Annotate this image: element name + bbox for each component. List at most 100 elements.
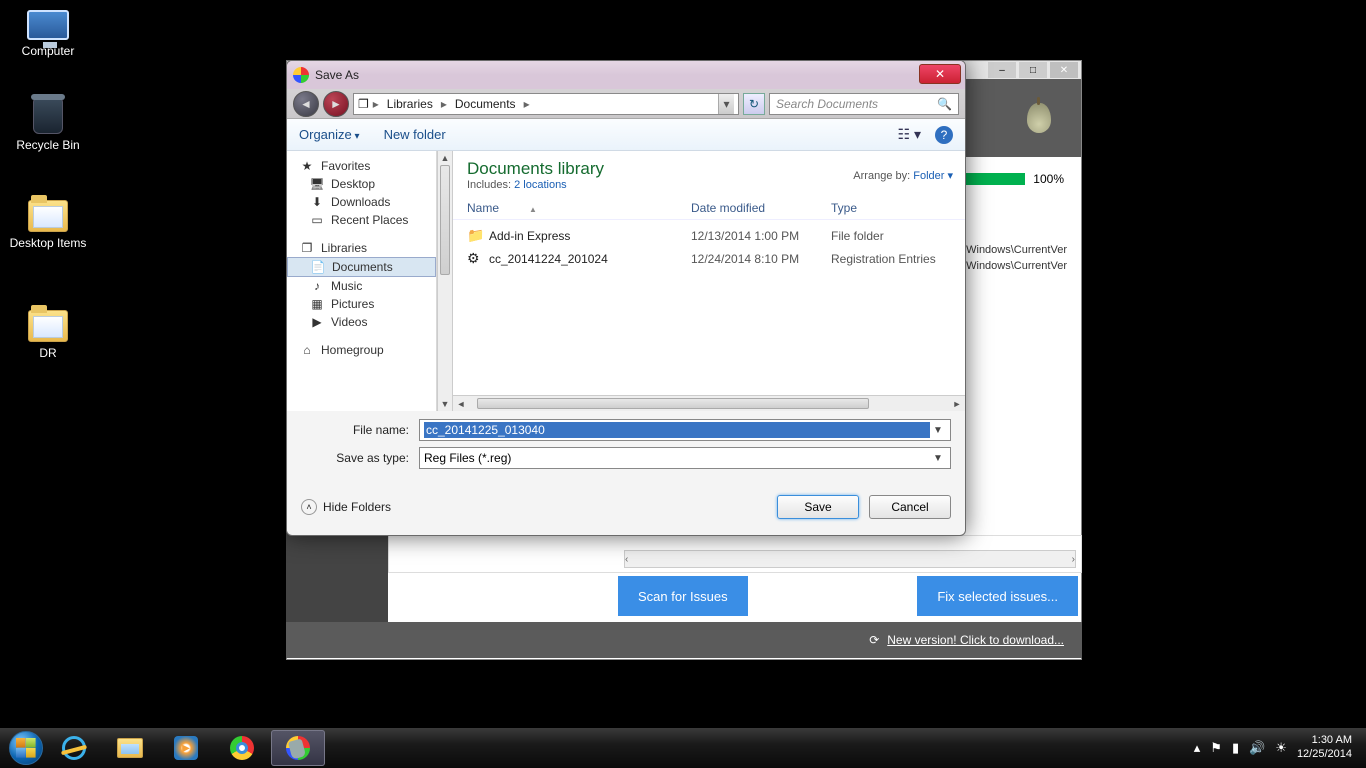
nav-recent-places[interactable]: ▭Recent Places xyxy=(287,211,436,229)
navpane-scrollbar[interactable]: ▲▼ xyxy=(437,151,453,411)
taskbar-ccleaner[interactable] xyxy=(271,730,325,766)
nav-music[interactable]: ♪Music xyxy=(287,277,436,295)
filelist-horizontal-scrollbar[interactable]: ◄► xyxy=(453,395,965,411)
arrange-by-label: Arrange by: xyxy=(853,170,910,182)
dialog-title: Save As xyxy=(315,68,359,82)
nav-videos[interactable]: ▶Videos xyxy=(287,313,436,331)
filename-dropdown[interactable]: ▼ xyxy=(930,425,946,436)
breadcrumb-sep: ▸ xyxy=(441,97,447,111)
nav-pictures[interactable]: ▦Pictures xyxy=(287,295,436,313)
breadcrumb-sep: ▸ xyxy=(524,97,530,111)
nav-libraries[interactable]: ❐Libraries xyxy=(287,239,436,257)
save-as-type-value: Reg Files (*.reg) xyxy=(424,451,930,465)
tray-overflow-icon[interactable]: ▴ xyxy=(1194,740,1201,756)
nav-downloads[interactable]: ⬇Downloads xyxy=(287,193,436,211)
arrange-by-value[interactable]: Folder ▾ xyxy=(913,170,953,182)
nav-back-button[interactable]: ◄ xyxy=(293,91,319,117)
view-options-button[interactable]: ☷ ▾ xyxy=(898,126,921,143)
breadcrumb-libraries[interactable]: Libraries xyxy=(383,97,437,111)
taskbar-clock[interactable]: 1:30 AM 12/25/2014 xyxy=(1297,734,1352,762)
nav-desktop[interactable]: 🖥Desktop xyxy=(287,175,436,193)
breadcrumb-dropdown[interactable]: ▾ xyxy=(718,94,734,114)
bg-maximize-button[interactable]: □ xyxy=(1019,62,1047,78)
save-form: File name: cc_20141225_013040 ▼ Save as … xyxy=(287,411,965,483)
action-center-icon[interactable]: ⚑ xyxy=(1210,740,1222,756)
homegroup-icon: ⌂ xyxy=(299,343,315,357)
pictures-icon: ▦ xyxy=(309,297,325,311)
bg-progress-pct: 100% xyxy=(1033,172,1064,186)
folder-icon xyxy=(28,200,68,232)
bg-action-buttons: Scan for Issues Fix selected issues... xyxy=(618,576,1078,616)
downloads-icon: ⬇ xyxy=(309,195,325,209)
media-player-icon xyxy=(174,736,198,760)
start-button[interactable] xyxy=(6,728,46,768)
breadcrumb-sep: ▸ xyxy=(373,97,379,111)
file-date: 12/24/2014 8:10 PM xyxy=(691,252,831,266)
bg-minimize-button[interactable]: – xyxy=(988,62,1016,78)
column-date[interactable]: Date modified xyxy=(691,201,831,215)
bg-registry-line: t\Windows\CurrentVer xyxy=(960,260,1080,272)
nav-homegroup[interactable]: ⌂Homegroup xyxy=(287,341,436,359)
help-button[interactable]: ? xyxy=(935,126,953,144)
includes-label: Includes: xyxy=(467,179,511,191)
column-name[interactable]: Name▲ xyxy=(467,201,691,215)
desktop-icon-dr[interactable]: DR xyxy=(8,310,88,360)
desktop-icon-label: Desktop Items xyxy=(8,236,88,250)
scan-for-issues-button[interactable]: Scan for Issues xyxy=(618,576,748,616)
system-tray: ▴ ⚑ ▮ 🔊 ☀ 1:30 AM 12/25/2014 xyxy=(1194,734,1360,762)
bg-horizontal-scrollbar[interactable]: ‹› xyxy=(624,550,1076,568)
save-as-dialog: Save As ✕ ◄ ► ❐ ▸ Libraries ▸ Documents … xyxy=(286,60,966,536)
bg-close-button[interactable]: ✕ xyxy=(1050,62,1078,78)
ie-icon xyxy=(62,736,86,760)
desktop-icon-desktop-items[interactable]: Desktop Items xyxy=(8,200,88,250)
battery-icon[interactable]: ▮ xyxy=(1232,740,1239,756)
new-version-link[interactable]: New version! Click to download... xyxy=(887,633,1064,647)
file-date: 12/13/2014 1:00 PM xyxy=(691,229,831,243)
type-dropdown[interactable]: ▼ xyxy=(930,453,946,464)
taskbar-ie[interactable] xyxy=(47,730,101,766)
desktop-icon: 🖥 xyxy=(309,177,325,191)
file-name: cc_20141224_201024 xyxy=(489,252,691,266)
file-row[interactable]: ⚙cc_20141224_20102412/24/2014 8:10 PMReg… xyxy=(453,247,965,270)
bg-footer: ⟳ New version! Click to download... xyxy=(286,622,1082,658)
volume-icon[interactable]: 🔊 xyxy=(1249,740,1265,756)
filename-label: File name: xyxy=(301,423,419,437)
search-icon[interactable]: 🔍 xyxy=(937,97,952,111)
dialog-titlebar[interactable]: Save As ✕ xyxy=(287,61,965,89)
includes-locations-link[interactable]: 2 locations xyxy=(514,179,567,191)
breadcrumb-documents[interactable]: Documents xyxy=(451,97,520,111)
fix-selected-issues-button[interactable]: Fix selected issues... xyxy=(917,576,1078,616)
pear-icon xyxy=(1027,103,1051,133)
recent-icon: ▭ xyxy=(309,213,325,227)
column-type[interactable]: Type xyxy=(831,201,951,215)
cancel-button[interactable]: Cancel xyxy=(869,495,951,519)
desktop-icon-recycle-bin[interactable]: Recycle Bin xyxy=(8,98,88,152)
organize-menu[interactable]: Organize xyxy=(299,127,360,142)
taskbar-explorer[interactable] xyxy=(103,730,157,766)
save-button[interactable]: Save xyxy=(777,495,859,519)
breadcrumb-bar[interactable]: ❐ ▸ Libraries ▸ Documents ▸ ▾ xyxy=(353,93,739,115)
taskbar-media-player[interactable] xyxy=(159,730,213,766)
hide-folders-toggle[interactable]: ˄ Hide Folders xyxy=(301,499,391,515)
dialog-close-button[interactable]: ✕ xyxy=(919,64,961,84)
desktop-icon-computer[interactable]: Computer xyxy=(8,10,88,58)
weather-icon[interactable]: ☀ xyxy=(1275,740,1287,756)
taskbar-chrome[interactable] xyxy=(215,730,269,766)
nav-favorites[interactable]: ★Favorites xyxy=(287,157,436,175)
save-as-type-select[interactable]: Reg Files (*.reg) ▼ xyxy=(419,447,951,469)
nav-documents[interactable]: 📄Documents xyxy=(287,257,436,277)
file-list-pane: Documents library Includes: 2 locations … xyxy=(453,151,965,411)
desktop-icon-label: DR xyxy=(8,346,88,360)
new-folder-button[interactable]: New folder xyxy=(384,127,446,142)
refresh-icon: ⟳ xyxy=(869,633,879,647)
filename-input[interactable]: cc_20141225_013040 ▼ xyxy=(419,419,951,441)
file-row[interactable]: 📁Add-in Express12/13/2014 1:00 PMFile fo… xyxy=(453,224,965,247)
clock-time: 1:30 AM xyxy=(1297,734,1352,748)
chrome-icon xyxy=(230,736,254,760)
save-as-type-label: Save as type: xyxy=(301,451,419,465)
nav-forward-button[interactable]: ► xyxy=(323,91,349,117)
search-input[interactable]: Search Documents 🔍 xyxy=(769,93,959,115)
refresh-button[interactable]: ↻ xyxy=(743,93,765,115)
desktop-icon-label: Recycle Bin xyxy=(8,138,88,152)
folder-icon: 📁 xyxy=(467,227,485,244)
